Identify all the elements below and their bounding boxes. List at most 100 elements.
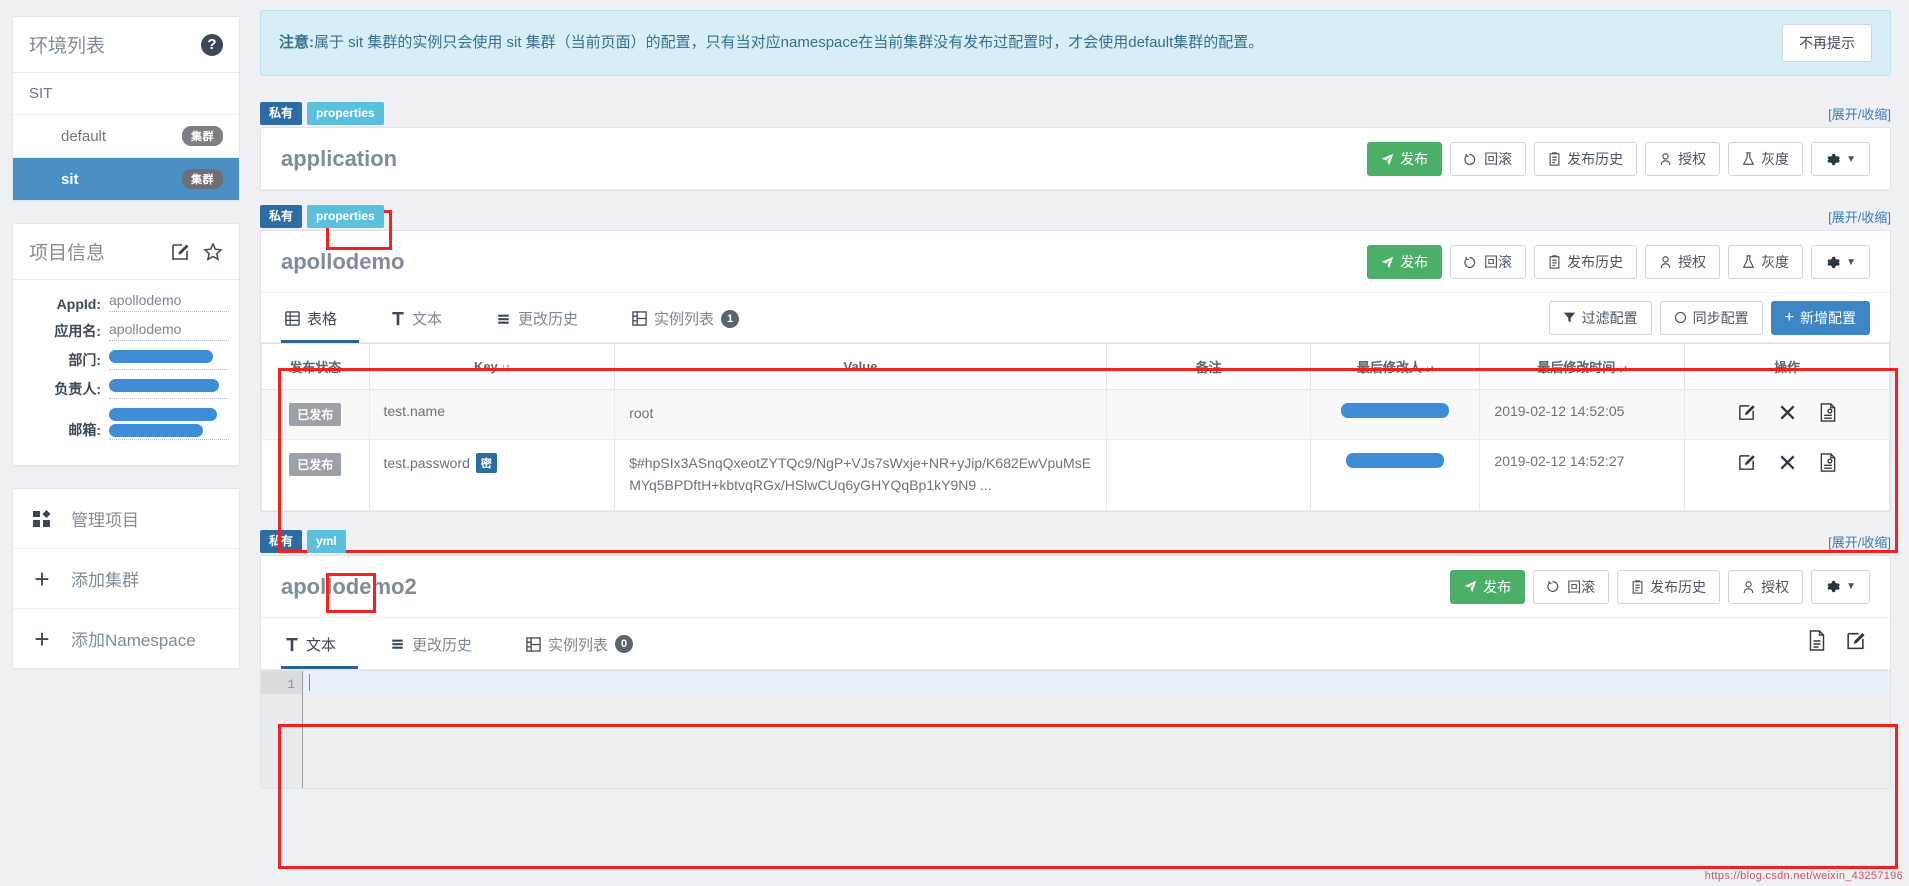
namespace-badges: 私有 yml [展开/收缩] — [260, 529, 1891, 553]
table-row: 已发布 test.name root 2019-02-12 14:52:05 — [261, 389, 1890, 441]
sidebar-item-add-cluster[interactable]: + 添加集群 — [13, 549, 239, 609]
sort-icon: ↓↑ — [500, 362, 511, 375]
star-icon[interactable] — [203, 241, 223, 262]
tab-label: 文本 — [412, 311, 443, 329]
sidebar: 环境列表 ? SIT default 集群 sit 集群 项目信息 AppId:… — [0, 0, 252, 886]
cell-operations — [1684, 389, 1890, 441]
text-T-icon — [392, 312, 404, 326]
settings-dropdown-button[interactable]: ▼ — [1811, 142, 1870, 177]
line-number: 1 — [261, 670, 302, 694]
expand-collapse-link[interactable]: [展开/收缩] — [1828, 207, 1891, 228]
caret-down-icon: ▼ — [1846, 581, 1856, 593]
button-label: 过滤配置 — [1581, 309, 1638, 326]
sidebar-item-manage-project[interactable]: 管理项目 — [13, 489, 239, 549]
button-label: 授权 — [1678, 151, 1707, 167]
config-table: 发布状态 Key ↓↑ Value 备注 最后修改人 ↓↑ 最后修改时间 ↓↑ 操作 … — [261, 343, 1890, 511]
expand-collapse-link[interactable]: [展开/收缩] — [1828, 104, 1891, 125]
edit-square-icon[interactable] — [170, 242, 190, 262]
button-label: 灰度 — [1761, 151, 1790, 167]
publish-button[interactable]: 发布 — [1367, 142, 1443, 177]
detail-doc-icon[interactable] — [1819, 403, 1837, 425]
cluster-tag: 集群 — [182, 169, 223, 189]
sidebar-cluster-sit[interactable]: sit 集群 — [13, 158, 239, 200]
format-badge[interactable]: yml — [307, 529, 346, 553]
button-label: 同步配置 — [1692, 309, 1749, 326]
format-badge[interactable]: properties — [307, 205, 384, 229]
rollback-icon — [1547, 581, 1559, 593]
editor-active-line — [303, 670, 1890, 693]
rollback-button[interactable]: 回滚 — [1533, 569, 1610, 604]
tab-text[interactable]: 文本 — [281, 620, 359, 669]
gray-release-button[interactable]: 灰度 — [1728, 142, 1804, 177]
environment-panel-header: 环境列表 ? — [13, 17, 239, 73]
button-label: 灰度 — [1761, 254, 1790, 271]
namespace-tabs-row: 文本 更改历史 实例列表 0 — [261, 618, 1890, 670]
tab-text[interactable]: 文本 — [387, 294, 464, 343]
clipboard-icon — [1632, 580, 1643, 594]
delete-x-icon[interactable] — [1778, 403, 1797, 425]
dismiss-banner-button[interactable]: 不再提示 — [1782, 24, 1872, 62]
tab-table[interactable]: 表格 — [281, 294, 360, 344]
button-label: 发布历史 — [1650, 578, 1707, 595]
edit-square-icon[interactable] — [1841, 624, 1870, 663]
filter-config-button[interactable]: 过滤配置 — [1548, 300, 1652, 335]
authorize-button[interactable]: 授权 — [1728, 569, 1804, 604]
edit-icon[interactable] — [1737, 453, 1756, 475]
yml-text-editor[interactable]: 1 — [261, 669, 1890, 788]
gear-icon — [1827, 153, 1840, 165]
namespace-header: apollodemo2 发布 回滚 发布历史 授权 ▼ — [261, 556, 1890, 618]
detail-doc-icon[interactable] — [1819, 453, 1837, 475]
th-last-modifier[interactable]: 最后修改人 ↓↑ — [1310, 343, 1481, 391]
tab-label: 表格 — [307, 311, 338, 329]
sidebar-cluster-default[interactable]: default 集群 — [13, 115, 239, 158]
clipboard-icon — [1549, 255, 1560, 269]
cell-key: test.password 密 — [368, 439, 616, 511]
add-config-button[interactable]: + 新增配置 — [1770, 300, 1870, 335]
publish-button[interactable]: 发布 — [1367, 245, 1443, 280]
project-info-body: AppId: apollodemo 应用名: apollodemo 部门: 负责… — [13, 280, 239, 465]
gray-release-button[interactable]: 灰度 — [1728, 245, 1804, 280]
sidebar-item-add-namespace[interactable]: + 添加Namespace — [13, 609, 239, 668]
user-icon — [1743, 581, 1754, 594]
flask-icon — [1742, 255, 1755, 269]
publish-history-button[interactable]: 发布历史 — [1617, 569, 1721, 604]
sync-config-button[interactable]: 同步配置 — [1659, 300, 1763, 335]
tab-change-history[interactable]: 更改历史 — [386, 620, 494, 669]
delete-x-icon[interactable] — [1778, 453, 1797, 475]
cluster-label: default — [61, 127, 107, 145]
authorize-button[interactable]: 授权 — [1645, 142, 1721, 177]
field-label: 邮箱: — [68, 422, 101, 438]
edit-icon[interactable] — [1737, 403, 1756, 425]
rollback-button[interactable]: 回滚 — [1450, 245, 1527, 280]
namespace-actions: 发布 回滚 发布历史 授权 — [1367, 245, 1870, 280]
th-last-modified-time[interactable]: 最后修改时间 ↓↑ — [1479, 343, 1686, 391]
settings-dropdown-button[interactable]: ▼ — [1811, 245, 1870, 280]
field-value-redacted — [109, 379, 229, 399]
copy-doc-icon[interactable] — [1804, 624, 1833, 663]
status-badge: 已发布 — [289, 453, 342, 477]
editor-toolbar — [1804, 618, 1870, 669]
th-key[interactable]: Key ↓↑ — [368, 343, 616, 391]
question-circle-icon[interactable]: ? — [201, 33, 223, 56]
publish-history-button[interactable]: 发布历史 — [1534, 245, 1638, 280]
private-badge: 私有 — [260, 205, 303, 229]
tab-instance-list[interactable]: 实例列表 1 — [628, 294, 761, 343]
caret-down-icon: ▼ — [1846, 256, 1856, 268]
rollback-icon — [1464, 153, 1476, 165]
field-label: 负责人: — [54, 381, 101, 397]
sidebar-env-sit[interactable]: SIT — [13, 73, 239, 115]
expand-collapse-link[interactable]: [展开/收缩] — [1828, 532, 1891, 553]
editor-content-area[interactable] — [303, 670, 1890, 788]
gear-icon — [1827, 581, 1840, 593]
settings-dropdown-button[interactable]: ▼ — [1811, 569, 1870, 604]
authorize-button[interactable]: 授权 — [1645, 245, 1721, 280]
button-label: 发布历史 — [1567, 254, 1624, 271]
publish-button[interactable]: 发布 — [1450, 569, 1526, 604]
tab-change-history[interactable]: 更改历史 — [492, 294, 600, 343]
rollback-button[interactable]: 回滚 — [1450, 142, 1527, 177]
format-badge[interactable]: properties — [307, 102, 384, 125]
tab-instance-list[interactable]: 实例列表 0 — [522, 620, 655, 669]
private-badge: 私有 — [260, 102, 303, 125]
publish-history-button[interactable]: 发布历史 — [1534, 142, 1638, 177]
namespace-title: apollodemo — [281, 249, 405, 275]
